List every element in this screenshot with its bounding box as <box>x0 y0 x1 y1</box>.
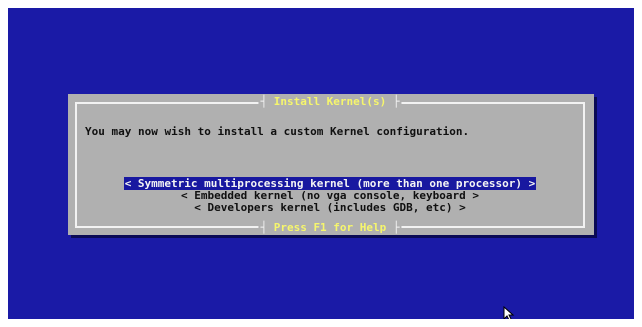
mouse-pointer-icon-shape <box>503 305 515 319</box>
dialog-frame: ┤ Install Kernel(s) ├ You may now wish t… <box>75 96 585 234</box>
dialog-message: You may now wish to install a custom Ker… <box>85 125 470 138</box>
dialog-title: ┤ Install Kernel(s) ├ <box>258 95 402 108</box>
menu-item-developers-kernel[interactable]: < Developers kernel (includes GDB, etc) … <box>77 202 583 214</box>
console-screen: ┤ Install Kernel(s) ├ You may now wish t… <box>8 8 634 319</box>
menu-item-label: < Developers kernel (includes GDB, etc) … <box>194 201 466 214</box>
kernel-menu: < Symmetric multiprocessing kernel (more… <box>77 177 583 214</box>
help-hint: ┤ Press F1 for Help ├ <box>258 221 402 234</box>
dialog-title-text: Install Kernel(s) <box>273 95 387 108</box>
help-hint-text: Press F1 for Help <box>273 221 387 234</box>
install-kernel-dialog: ┤ Install Kernel(s) ├ You may now wish t… <box>68 94 594 235</box>
